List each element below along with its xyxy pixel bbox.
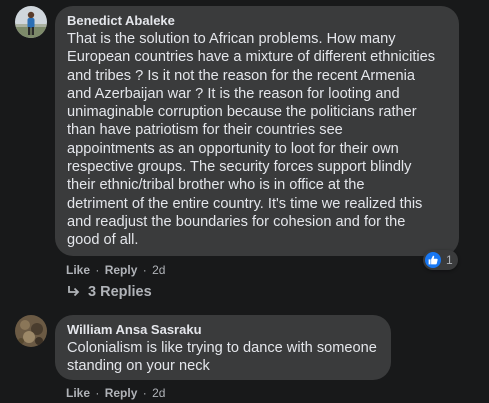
comment-text-line: Colonialism is like trying to dance with…: [67, 340, 377, 356]
reply-link[interactable]: Reply: [105, 263, 138, 277]
comment-text-line: That is the solution to African problems…: [67, 31, 396, 47]
comment-text: That is the solution to African problems…: [67, 30, 447, 250]
comment-text-line: appointments as an opportunity to loot f…: [67, 140, 399, 157]
comment-bubble: Benedict Abaleke That is the solution to…: [55, 6, 459, 256]
separator: ·: [95, 386, 100, 400]
comment-text-line: standing on your neck: [67, 358, 210, 375]
comment-actions: Like · Reply · 2d: [66, 263, 165, 277]
comment-text: Colonialism is like trying to dance with…: [67, 339, 379, 376]
comment-text-line: their ethnic/tribal brother who is in of…: [67, 177, 365, 194]
comment-text-line: than have patriotism for their countries…: [67, 122, 343, 139]
reply-link[interactable]: Reply: [105, 386, 138, 400]
avatar[interactable]: [15, 6, 47, 38]
avatar[interactable]: [15, 315, 47, 347]
comment-text-line: European countries have a mixture of dif…: [67, 49, 436, 66]
replies-label: 3 Replies: [88, 284, 152, 300]
comment-text-line: respective groups. The security forces s…: [67, 159, 412, 176]
timestamp[interactable]: 2d: [152, 386, 165, 400]
reply-arrow-icon: [68, 286, 80, 297]
like-link[interactable]: Like: [66, 263, 90, 277]
comment-text-line: good of all.: [67, 232, 139, 249]
comment-text-line: and tribes ? Is it not the reason for th…: [67, 67, 416, 84]
comment-actions: Like · Reply · 2d: [66, 386, 165, 400]
separator: ·: [142, 263, 147, 277]
comments-feed: Benedict Abaleke That is the solution to…: [0, 0, 489, 403]
view-replies-button[interactable]: 3 Replies: [67, 284, 152, 300]
comment-text-line: and Azerbaijan war ? It is the reason fo…: [67, 85, 400, 102]
comment-text-line: and readjust the boundaries for cohesion…: [67, 213, 406, 230]
comment-text-line: unimaginable corruption because the poli…: [67, 104, 417, 121]
separator: ·: [95, 263, 100, 277]
timestamp[interactable]: 2d: [152, 263, 165, 277]
comment-bubble: William Ansa Sasraku Colonialism is like…: [55, 315, 391, 380]
separator: ·: [142, 386, 147, 400]
comment-text-line: detriment of the entire country. It's ti…: [67, 195, 423, 212]
reaction-badge[interactable]: 1: [423, 250, 458, 270]
like-link[interactable]: Like: [66, 386, 90, 400]
comment-author[interactable]: Benedict Abaleke: [67, 13, 447, 29]
thumbs-up-icon: [425, 252, 441, 268]
reaction-count: 1: [446, 253, 453, 267]
comment-author[interactable]: William Ansa Sasraku: [67, 322, 379, 338]
